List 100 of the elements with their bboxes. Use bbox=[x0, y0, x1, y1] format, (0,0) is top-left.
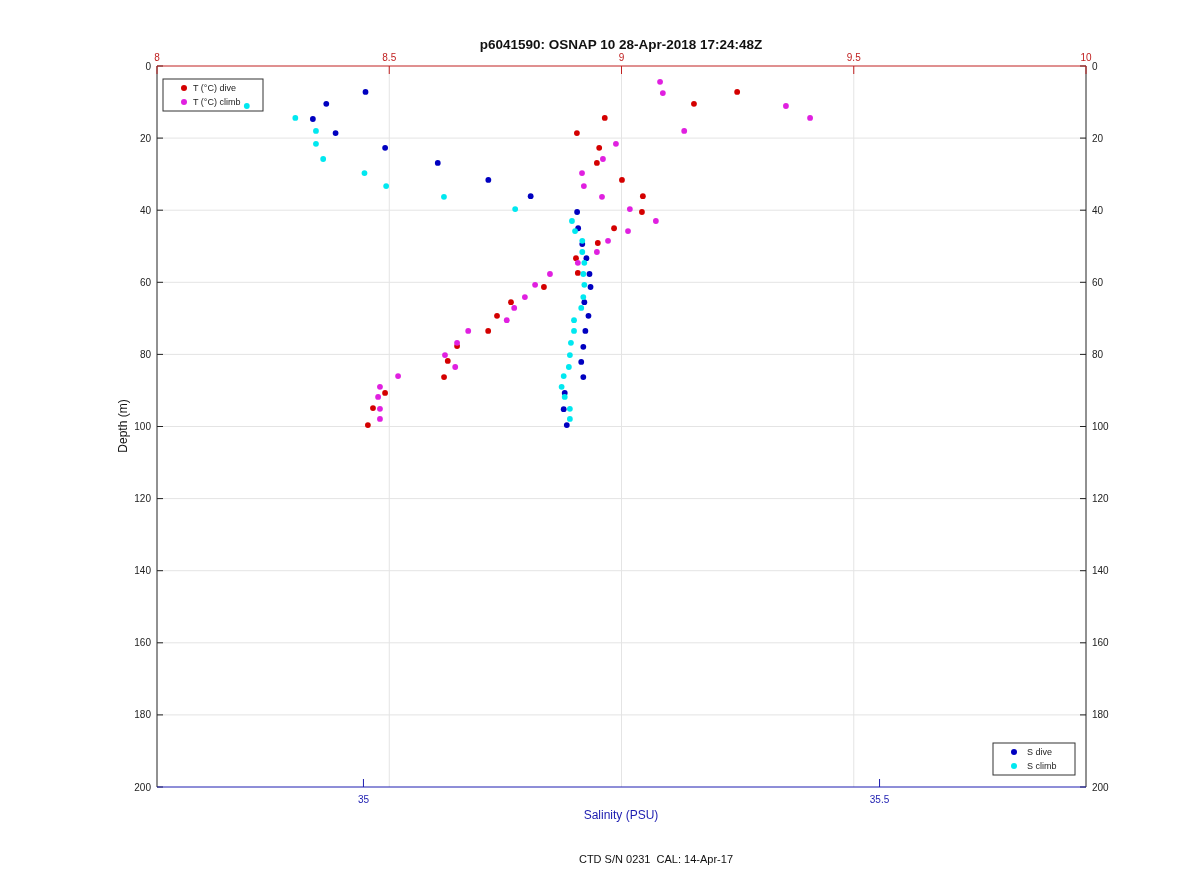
data-point bbox=[619, 177, 625, 183]
data-point bbox=[659, 90, 666, 96]
data-point bbox=[691, 100, 697, 107]
data-point bbox=[382, 144, 388, 151]
tick-label: 20 bbox=[139, 132, 151, 144]
data-point bbox=[395, 373, 401, 379]
y-axis-label: Depth (m) bbox=[116, 399, 130, 453]
data-point bbox=[365, 422, 371, 428]
data-point bbox=[313, 140, 319, 147]
x-axis-label: Salinity (PSU) bbox=[583, 808, 659, 822]
tick-label: 0 bbox=[1092, 60, 1098, 72]
tick-label: 100 bbox=[134, 421, 151, 432]
tick-label: 9.5 bbox=[846, 52, 861, 63]
data-point bbox=[613, 140, 619, 147]
data-point bbox=[361, 170, 368, 176]
data-point bbox=[541, 284, 547, 290]
tick-label: 80 bbox=[139, 348, 151, 360]
data-point bbox=[582, 328, 589, 334]
data-point bbox=[601, 115, 608, 121]
data-point bbox=[485, 328, 492, 334]
data-point bbox=[465, 328, 472, 334]
data-point bbox=[503, 317, 510, 324]
data-point bbox=[807, 115, 813, 121]
tick-label: 140 bbox=[1092, 565, 1109, 577]
tick-label: 60 bbox=[1092, 276, 1104, 288]
tick-label: 40 bbox=[139, 204, 151, 216]
data-point bbox=[571, 328, 577, 334]
data-point bbox=[532, 281, 538, 288]
data-point bbox=[243, 103, 250, 109]
data-point bbox=[560, 373, 567, 379]
data-point bbox=[309, 116, 316, 122]
data-point bbox=[512, 206, 519, 212]
data-point bbox=[783, 103, 789, 109]
data-point bbox=[574, 130, 580, 136]
data-point bbox=[292, 115, 299, 121]
tick-label: 0 bbox=[145, 60, 151, 72]
data-point bbox=[313, 128, 319, 134]
data-point bbox=[332, 130, 339, 136]
tick-label: 180 bbox=[134, 709, 151, 721]
data-point bbox=[594, 240, 601, 246]
chart-title: p6041590: OSNAP 10 28-Apr-2018 17:24:48Z bbox=[479, 37, 763, 52]
data-point bbox=[625, 228, 631, 234]
data-point bbox=[681, 128, 688, 134]
data-point bbox=[605, 237, 611, 244]
data-point bbox=[639, 193, 646, 200]
tick-label: 120 bbox=[134, 493, 151, 505]
data-point bbox=[383, 183, 390, 189]
data-point bbox=[320, 156, 327, 162]
data-point bbox=[323, 100, 330, 107]
tick-label: 10 bbox=[1080, 52, 1092, 63]
tick-label: 140 bbox=[134, 565, 151, 577]
data-point bbox=[362, 89, 369, 95]
data-point bbox=[527, 193, 534, 200]
tick-label: 200 bbox=[1092, 781, 1109, 793]
tick-label: 9 bbox=[618, 52, 625, 63]
data-point bbox=[568, 339, 574, 346]
tick-label: 160 bbox=[134, 637, 151, 649]
data-point bbox=[734, 89, 741, 95]
data-point bbox=[639, 209, 645, 215]
data-point bbox=[596, 144, 603, 151]
tick-label: 35 bbox=[357, 794, 369, 805]
data-point bbox=[581, 183, 587, 189]
data-point bbox=[434, 160, 441, 166]
tick-label: 120 bbox=[1092, 493, 1109, 505]
data-point bbox=[441, 193, 447, 200]
tick-label: 40 bbox=[1092, 204, 1104, 216]
data-point bbox=[580, 374, 587, 380]
data-point bbox=[567, 352, 573, 358]
legend-label: S climb bbox=[1027, 761, 1057, 771]
data-point bbox=[579, 170, 585, 176]
legend-label: T (°C) climb bbox=[193, 97, 241, 107]
tick-label: 180 bbox=[1092, 709, 1109, 721]
tick-label: 200 bbox=[134, 781, 151, 793]
tick-label: 35.5 bbox=[869, 794, 890, 805]
data-point bbox=[611, 225, 617, 232]
data-point bbox=[657, 78, 663, 85]
tick-label: 100 bbox=[1092, 421, 1109, 432]
data-point bbox=[547, 271, 553, 277]
tick-label: 80 bbox=[1092, 348, 1104, 360]
tick-label: 60 bbox=[139, 276, 151, 288]
data-point bbox=[652, 218, 659, 224]
data-point bbox=[574, 209, 580, 215]
tick-label: 160 bbox=[1092, 637, 1109, 649]
data-point bbox=[441, 374, 447, 380]
tick-label: 8 bbox=[154, 52, 160, 63]
tick-label: 8.5 bbox=[382, 52, 397, 63]
data-point bbox=[580, 343, 587, 350]
data-point bbox=[571, 317, 577, 324]
data-point bbox=[377, 416, 383, 422]
data-point bbox=[594, 249, 600, 255]
data-point bbox=[522, 294, 528, 300]
legend-label: S dive bbox=[1027, 747, 1052, 757]
legend-label: T (°C) dive bbox=[193, 83, 236, 93]
data-point bbox=[626, 206, 633, 212]
data-point bbox=[578, 359, 585, 365]
data-point bbox=[485, 177, 492, 183]
data-point bbox=[565, 364, 572, 370]
footer-note: CTD S/N 0231 CAL: 14-Apr-17 bbox=[578, 853, 734, 865]
data-point bbox=[494, 312, 500, 319]
data-point bbox=[599, 193, 605, 200]
